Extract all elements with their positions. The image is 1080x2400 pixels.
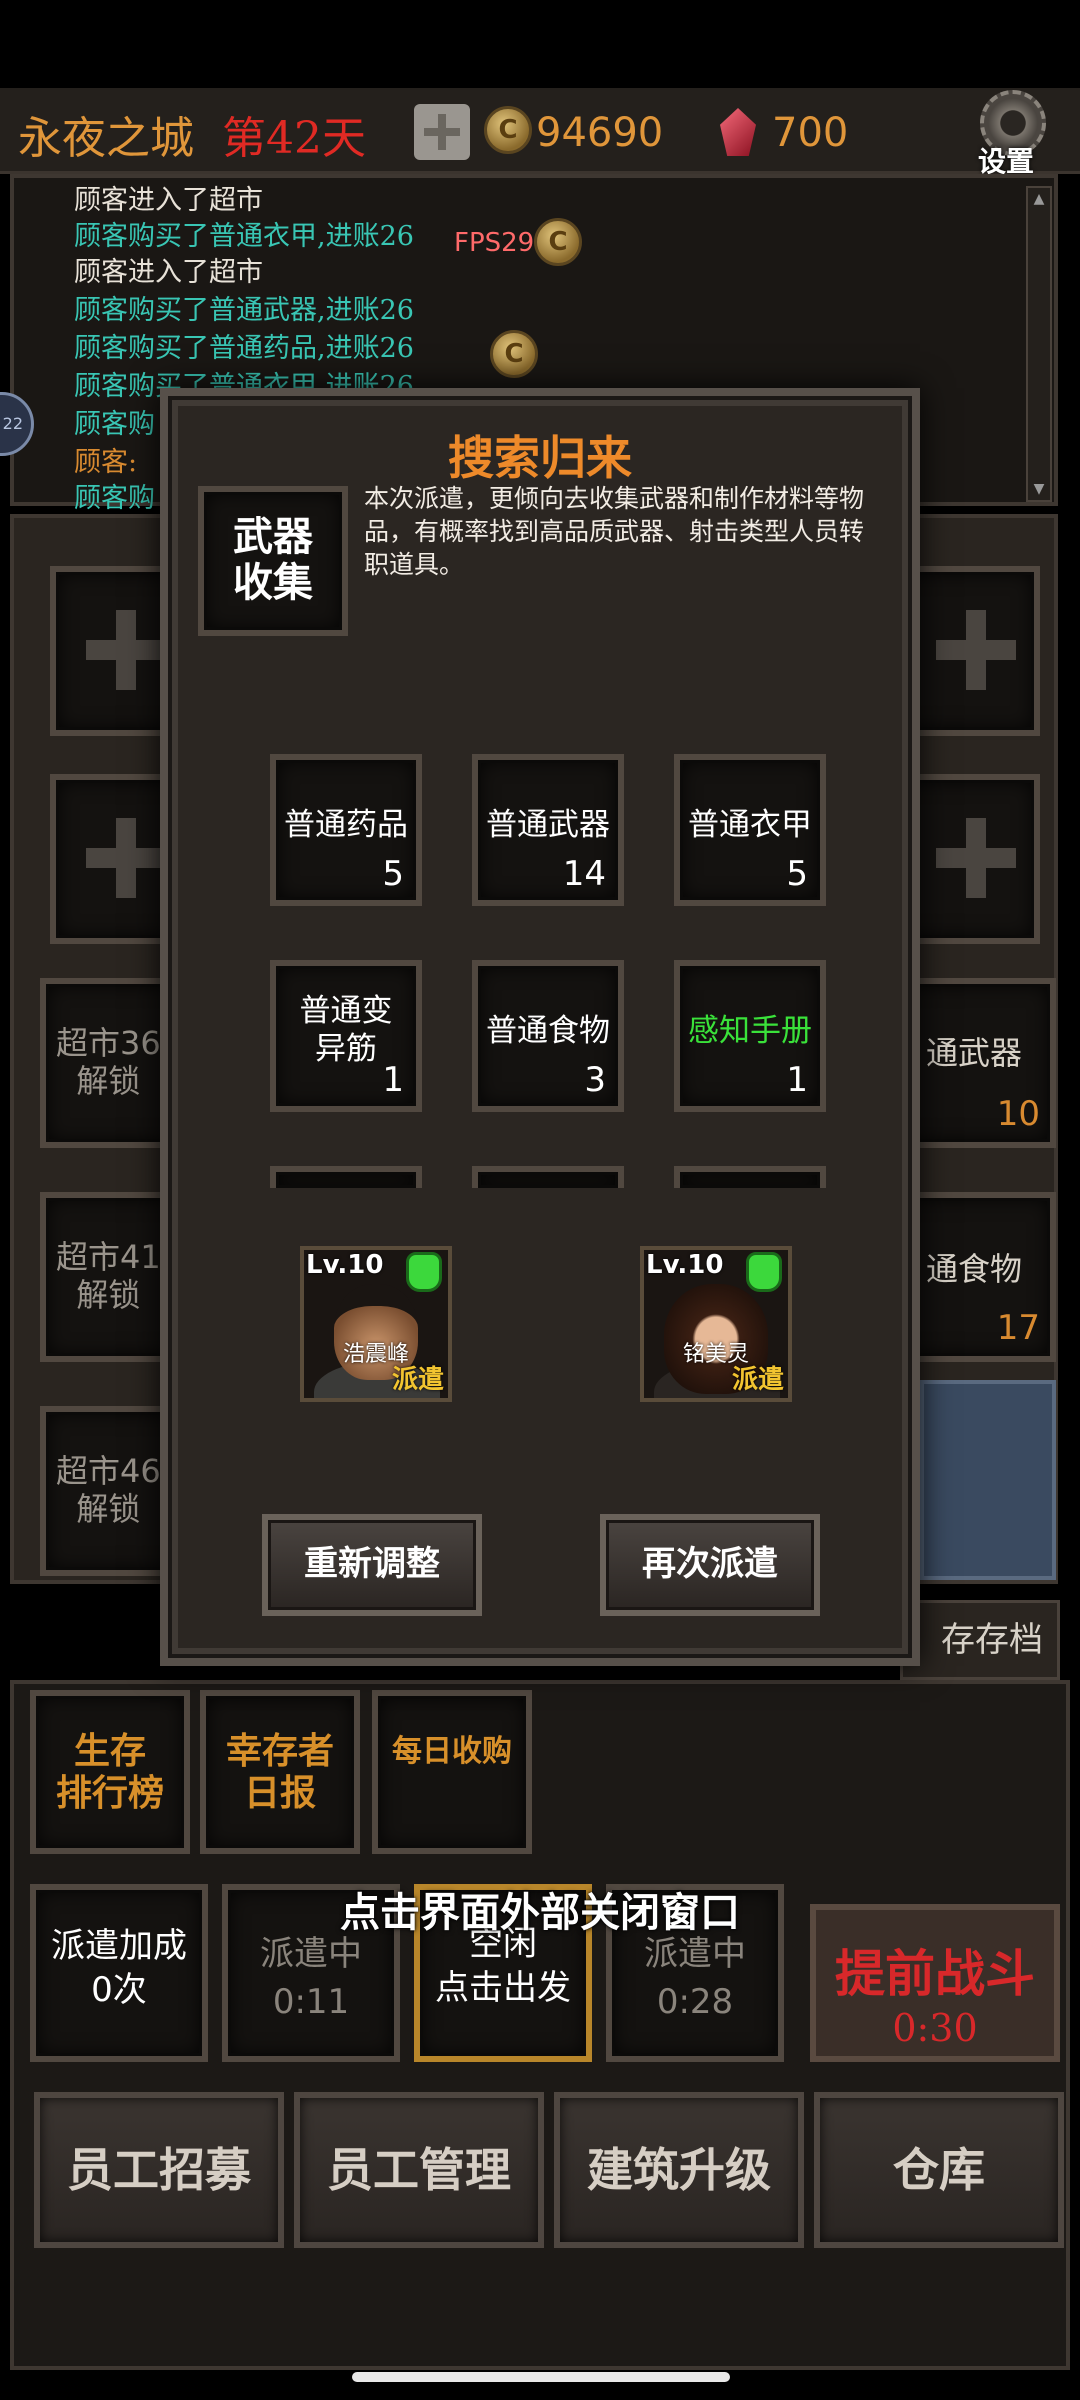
- loot-item[interactable]: 普通变异筋 1: [270, 960, 422, 1112]
- log-line: 顾客购买了普通药品,进账26: [74, 333, 414, 364]
- redispatch-button[interactable]: 再次派遣: [600, 1514, 820, 1616]
- shelf-item-name: 通武器: [926, 1034, 1023, 1072]
- dispatch-type-badge: 武器 收集: [198, 486, 348, 636]
- loot-item-count: 1: [382, 1060, 404, 1100]
- loot-item-count: 5: [382, 854, 404, 894]
- log-line: 顾客进入了超市: [74, 257, 263, 288]
- hero-level: Lv.10: [646, 1250, 724, 1280]
- loot-item-name: 普通变异筋: [299, 993, 393, 1067]
- upgrade-building-button[interactable]: 建筑升级: [554, 2092, 804, 2248]
- loot-item-count: 14: [562, 854, 606, 894]
- status-bar: [0, 0, 1080, 88]
- loot-item-partial: [270, 1166, 422, 1188]
- survival-ranking-button[interactable]: 生存 排行榜: [30, 1690, 190, 1854]
- shelf-item-name: 通食物: [926, 1250, 1023, 1288]
- locked-shelf-label: 超市46 解锁: [56, 1452, 161, 1528]
- shelf-item-count: 10: [996, 1094, 1040, 1134]
- loot-item-name: 普通食物: [486, 1013, 610, 1049]
- loot-item-name: 感知手册: [688, 1013, 812, 1049]
- plus-icon: [936, 610, 1016, 690]
- plus-icon: [86, 818, 166, 898]
- hero-card[interactable]: Lv.10 浩震峰 派遣: [300, 1246, 452, 1402]
- loot-item-name: 普通衣甲: [688, 807, 812, 843]
- hero-dispatch-tag: 派遣: [731, 1365, 784, 1395]
- log-line: 顾客购买了普通衣甲,进账26: [74, 221, 414, 252]
- save-button[interactable]: 存存档: [900, 1600, 1060, 1680]
- loot-item-count: 5: [786, 854, 808, 894]
- fps-counter: FPS29: [454, 228, 535, 258]
- log-scrollbar[interactable]: ▲ ▼: [1026, 186, 1052, 502]
- coin-icon: [490, 330, 538, 378]
- loot-item-name: 普通药品: [284, 807, 408, 843]
- top-bar: 永夜之城 第42天 94690 700 设置: [0, 88, 1080, 178]
- locked-shelf-label: 超市41 解锁: [56, 1238, 161, 1314]
- coin-icon: [534, 218, 582, 266]
- hand-icon: [746, 1252, 782, 1292]
- gem-amount: 700: [772, 110, 849, 156]
- loot-item[interactable]: 普通武器 14: [472, 754, 624, 906]
- home-indicator[interactable]: [352, 2372, 730, 2382]
- dispatch-description: 本次派遣，更倾向去收集武器和制作材料等物品，有概率找到高品质武器、射击类型人员转…: [364, 484, 865, 579]
- loot-item[interactable]: 普通药品 5: [270, 754, 422, 906]
- gem-icon: [720, 108, 756, 156]
- log-line: 顾客:: [74, 447, 138, 478]
- search-result-dialog: 搜索归来 武器 收集 本次派遣，更倾向去收集武器和制作材料等物品，有概率找到高品质…: [160, 388, 920, 1666]
- loot-item-partial: [674, 1166, 826, 1188]
- survivor-daily-button[interactable]: 幸存者 日报: [200, 1690, 360, 1854]
- readjust-button[interactable]: 重新调整: [262, 1514, 482, 1616]
- log-line: 顾客进入了超市: [74, 185, 263, 216]
- scroll-up-icon[interactable]: ▲: [1030, 190, 1048, 208]
- add-currency-button[interactable]: [414, 104, 470, 160]
- loot-item-partial: [472, 1166, 624, 1188]
- plus-icon: [936, 818, 1016, 898]
- log-line: 顾客购: [74, 483, 155, 514]
- daily-purchase-button[interactable]: 每日收购: [372, 1690, 532, 1854]
- shelf-item-count: 17: [996, 1308, 1040, 1348]
- warehouse-button[interactable]: 仓库: [814, 2092, 1064, 2248]
- recruit-staff-button[interactable]: 员工招募: [34, 2092, 284, 2248]
- log-line: 顾客购买了普通武器,进账26: [74, 295, 414, 326]
- locked-shelf-label: 超市36 解锁: [56, 1024, 161, 1100]
- loot-item-count: 3: [584, 1060, 606, 1100]
- scroll-down-icon[interactable]: ▼: [1030, 480, 1048, 498]
- city-name: 永夜之城: [18, 113, 194, 164]
- log-line: 顾客购: [74, 409, 155, 440]
- coin-icon: [484, 106, 532, 154]
- loot-item[interactable]: 普通食物 3: [472, 960, 624, 1112]
- day-counter: 第42天: [222, 113, 366, 164]
- coin-amount: 94690: [536, 110, 664, 156]
- cashier-area[interactable]: [920, 1380, 1056, 1580]
- hero-card[interactable]: Lv.10 铭美灵 派遣: [640, 1246, 792, 1402]
- hand-icon: [406, 1252, 442, 1292]
- dialog-title: 搜索归来: [448, 431, 632, 485]
- hero-level: Lv.10: [306, 1250, 384, 1280]
- hero-dispatch-tag: 派遣: [391, 1365, 444, 1395]
- loot-item[interactable]: 普通衣甲 5: [674, 754, 826, 906]
- plus-icon: [86, 610, 166, 690]
- loot-item-count: 1: [786, 1060, 808, 1100]
- close-window-hint: 点击界面外部关闭窗口: [340, 1889, 740, 1936]
- manage-staff-button[interactable]: 员工管理: [294, 2092, 544, 2248]
- loot-item-name: 普通武器: [486, 807, 610, 843]
- loot-item[interactable]: 感知手册 1: [674, 960, 826, 1112]
